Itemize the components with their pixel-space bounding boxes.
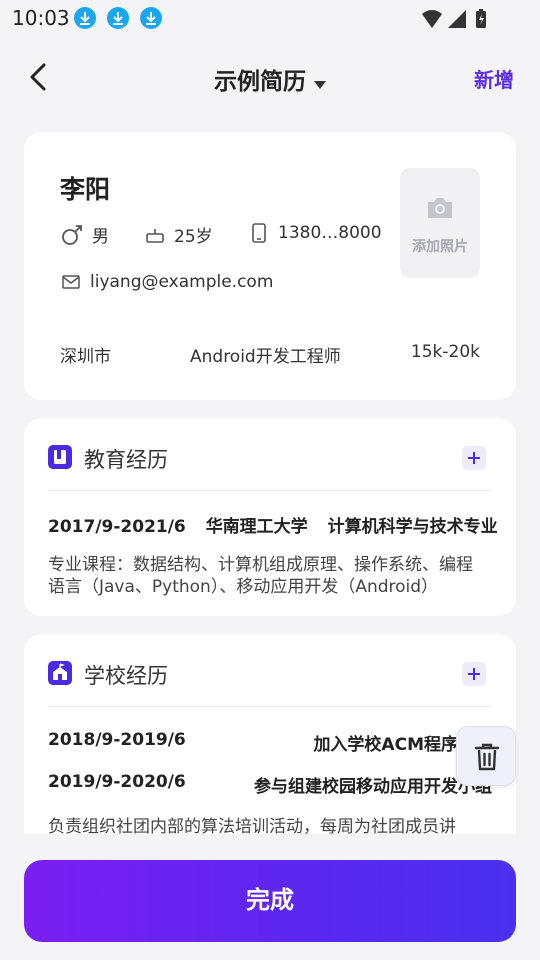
page-title[interactable]: 示例简历 [214, 69, 306, 95]
gender-field: 男 [60, 222, 109, 247]
title-dropdown[interactable]: 示例简历 [0, 62, 540, 96]
age-value: 25岁 [174, 227, 213, 247]
add-education-button[interactable] [462, 446, 486, 470]
email-value: liyang@example.com [90, 272, 274, 292]
add-school-experience-button[interactable] [462, 662, 486, 686]
section-title: 教育经历 [84, 448, 168, 472]
download-icon [140, 7, 162, 29]
download-icon [74, 7, 96, 29]
status-bar: 10:03 [0, 0, 540, 36]
position-value: Android开发工程师 [190, 347, 341, 367]
add-button[interactable]: 新增 [474, 64, 514, 93]
education-major: 计算机科学与技术专业 [327, 517, 498, 537]
signal-icon [448, 10, 466, 28]
cake-icon [146, 228, 164, 243]
mail-icon [62, 275, 80, 289]
salary-value: 15k-20k [410, 342, 480, 362]
phone-value: 1380…8000 [278, 223, 382, 243]
gender-value: 男 [92, 227, 109, 247]
divider [48, 490, 492, 491]
add-photo-button[interactable]: 添加照片 [400, 168, 480, 278]
education-description: 专业课程：数据结构、计算机组成原理、操作系统、编程语言（Java、Python）… [48, 555, 473, 597]
experience-period: 2019/9-2020/6 [48, 772, 186, 792]
email-field: liyang@example.com [62, 272, 273, 292]
experience-period: 2018/9-2019/6 [48, 730, 186, 750]
profile-name: 李阳 [60, 175, 111, 204]
phone-icon [252, 223, 266, 243]
delete-button[interactable] [456, 726, 516, 786]
divider [48, 706, 492, 707]
profile-card[interactable]: 李阳 男 25岁 1380…8000 liyang@example.com 添加… [24, 132, 516, 400]
city-value: 深圳市 [60, 347, 111, 367]
male-icon [62, 224, 82, 245]
download-icon [107, 7, 129, 29]
education-card: 教育经历 2017/9-2021/6 华南理工大学 计算机科学与技术专业 专业课… [24, 418, 516, 616]
done-button[interactable]: 完成 [24, 860, 516, 942]
education-school: 华南理工大学 [205, 517, 308, 537]
status-time: 10:03 [12, 6, 70, 30]
wifi-icon [422, 10, 442, 28]
caret-down-icon[interactable] [314, 80, 326, 89]
camera-icon [428, 198, 452, 218]
education-item[interactable]: 2017/9-2021/6 华南理工大学 计算机科学与技术专业 [48, 512, 512, 537]
school-icon [48, 661, 72, 685]
section-title: 学校经历 [84, 664, 168, 688]
header-bar: 示例简历 新增 [0, 50, 540, 106]
bottom-bar: 完成 [0, 838, 540, 960]
education-header: 教育经历 [48, 444, 492, 476]
education-period: 2017/9-2021/6 [48, 517, 186, 537]
book-icon [48, 445, 72, 469]
trash-icon [474, 743, 500, 771]
phone-field: 1380…8000 [248, 222, 382, 244]
age-field: 25岁 [144, 222, 213, 247]
battery-icon [476, 9, 486, 28]
add-photo-label: 添加照片 [412, 239, 468, 255]
school-experience-description: 负责组织社团内部的算法培训活动，每周为社团成员讲 [48, 817, 456, 834]
school-experience-header: 学校经历 [48, 660, 492, 692]
school-experience-card: 学校经历 2018/9-2019/6 加入学校ACM程序设计 2019/9-20… [24, 634, 516, 834]
status-icons [420, 8, 500, 34]
